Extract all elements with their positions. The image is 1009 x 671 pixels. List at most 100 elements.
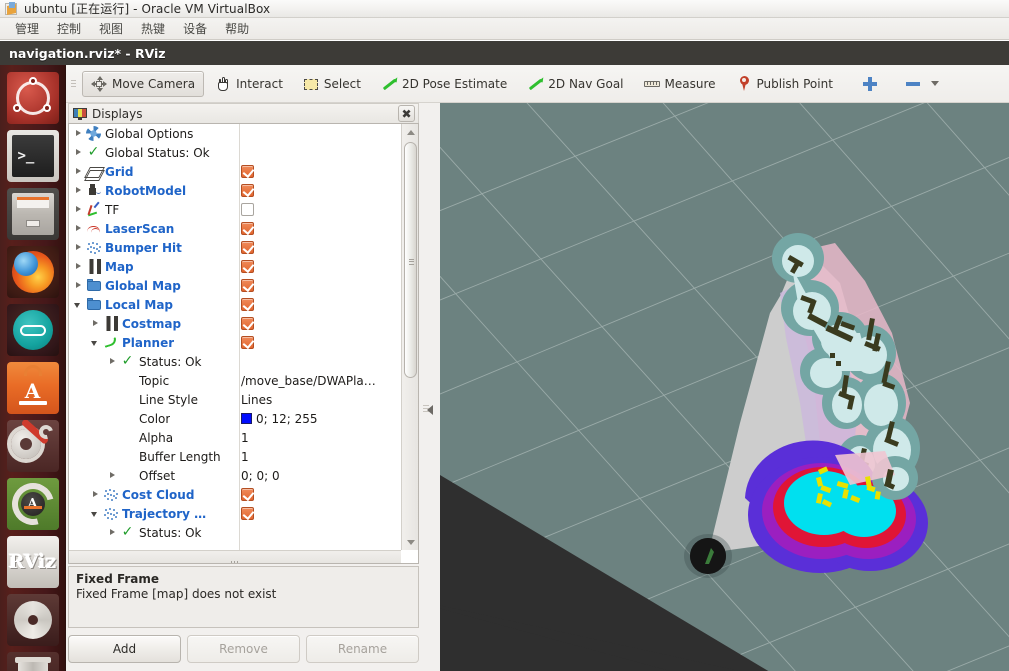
launcher-software-center-icon[interactable]: A bbox=[6, 362, 59, 414]
tree-expander-closed[interactable] bbox=[73, 204, 84, 215]
tree-expander-closed[interactable] bbox=[107, 356, 118, 367]
display-row[interactable]: Buffer Length 1 bbox=[69, 447, 400, 466]
display-row[interactable]: Cost Cloud bbox=[69, 485, 400, 504]
tree-expander-closed[interactable] bbox=[90, 489, 101, 500]
tree-expander-closed[interactable] bbox=[73, 280, 84, 291]
menu-item-view[interactable]: 视图 bbox=[90, 18, 132, 39]
display-row-value-cell[interactable] bbox=[241, 203, 254, 216]
display-row[interactable]: Alpha 1 bbox=[69, 428, 400, 447]
remove-display-button[interactable]: Remove bbox=[187, 635, 300, 663]
menu-item-help[interactable]: 帮助 bbox=[216, 18, 258, 39]
display-row-value-cell[interactable]: 1 bbox=[241, 450, 249, 464]
display-enabled-checkbox[interactable] bbox=[241, 260, 254, 273]
vscrollbar-thumb[interactable] bbox=[404, 142, 417, 378]
tree-expander-closed[interactable] bbox=[73, 242, 84, 253]
display-row[interactable]: Global Options bbox=[69, 124, 400, 143]
add-tool-button[interactable] bbox=[853, 71, 887, 97]
display-row-value-cell[interactable]: 0; 12; 255 bbox=[241, 412, 318, 426]
rename-display-button[interactable]: Rename bbox=[306, 635, 419, 663]
display-row[interactable]: Planner bbox=[69, 333, 400, 352]
launcher-files-icon[interactable] bbox=[6, 188, 59, 240]
launcher-trash-icon[interactable] bbox=[6, 652, 59, 671]
displays-tree[interactable]: Global Options ✓ Global Status: Ok Grid Robo… bbox=[68, 123, 419, 564]
display-enabled-checkbox[interactable] bbox=[241, 488, 254, 501]
scroll-up-icon[interactable] bbox=[402, 124, 418, 140]
tool-select[interactable]: Select bbox=[294, 71, 370, 97]
display-enabled-checkbox[interactable] bbox=[241, 298, 254, 311]
display-row[interactable]: Costmap bbox=[69, 314, 400, 333]
menu-item-devices[interactable]: 设备 bbox=[174, 18, 216, 39]
display-row[interactable]: Color 0; 12; 255 bbox=[69, 409, 400, 428]
tree-expander-closed[interactable] bbox=[90, 318, 101, 329]
display-row-value-cell[interactable]: 1 bbox=[241, 431, 249, 445]
tool-measure[interactable]: Measure bbox=[635, 71, 725, 97]
displays-tree-hscrollbar[interactable] bbox=[69, 550, 401, 563]
tree-expander-closed[interactable] bbox=[73, 261, 84, 272]
menu-item-hotkeys[interactable]: 热键 bbox=[132, 18, 174, 39]
display-row[interactable]: RobotModel bbox=[69, 181, 400, 200]
tree-expander-open[interactable] bbox=[90, 508, 101, 519]
display-enabled-checkbox[interactable] bbox=[241, 317, 254, 330]
launcher-cd-drive-icon[interactable] bbox=[6, 594, 59, 646]
rviz-3d-viewport[interactable] bbox=[440, 103, 1009, 671]
display-row[interactable]: Offset 0; 0; 0 bbox=[69, 466, 400, 485]
display-row-value-cell[interactable] bbox=[241, 279, 254, 292]
display-row[interactable]: ✓ Global Status: Ok bbox=[69, 143, 400, 162]
launcher-arduino-icon[interactable] bbox=[6, 304, 59, 356]
display-row[interactable]: ✓ Status: Ok bbox=[69, 352, 400, 371]
launcher-rviz-icon[interactable]: RViz bbox=[6, 536, 59, 588]
toolbar-drag-handle[interactable] bbox=[70, 73, 77, 95]
display-row[interactable]: LaserScan bbox=[69, 219, 400, 238]
display-row-value-cell[interactable] bbox=[241, 507, 254, 520]
display-row-value-cell[interactable]: 0; 0; 0 bbox=[241, 469, 280, 483]
tree-expander-open[interactable] bbox=[90, 337, 101, 348]
display-row-value-cell[interactable]: Lines bbox=[241, 393, 272, 407]
tool-move-camera[interactable]: Move Camera bbox=[82, 70, 205, 97]
tree-expander-closed[interactable] bbox=[73, 166, 84, 177]
scroll-down-icon[interactable] bbox=[402, 534, 418, 550]
menu-item-manage[interactable]: 管理 bbox=[6, 18, 48, 39]
display-row-value-cell[interactable] bbox=[241, 260, 254, 273]
display-enabled-checkbox[interactable] bbox=[241, 241, 254, 254]
collapse-panel-arrow-icon[interactable] bbox=[427, 405, 433, 415]
displays-tree-vscrollbar[interactable] bbox=[401, 124, 418, 550]
hscrollbar-thumb[interactable] bbox=[231, 555, 240, 563]
display-row-value-cell[interactable] bbox=[241, 241, 254, 254]
launcher-terminal-icon[interactable]: >_ bbox=[6, 130, 59, 182]
displays-panel-close-button[interactable]: ✖ bbox=[398, 105, 415, 122]
display-enabled-checkbox[interactable] bbox=[241, 165, 254, 178]
launcher-ubuntu-dash-icon[interactable] bbox=[6, 72, 59, 124]
display-row[interactable]: Global Map bbox=[69, 276, 400, 295]
tree-expander-closed[interactable] bbox=[73, 128, 84, 139]
tree-expander-open[interactable] bbox=[73, 299, 84, 310]
tree-expander-closed[interactable] bbox=[73, 185, 84, 196]
color-swatch[interactable] bbox=[241, 413, 252, 424]
display-row-value-cell[interactable] bbox=[241, 336, 254, 349]
display-enabled-checkbox[interactable] bbox=[241, 507, 254, 520]
display-enabled-checkbox[interactable] bbox=[241, 203, 254, 216]
display-enabled-checkbox[interactable] bbox=[241, 279, 254, 292]
add-display-button[interactable]: Add bbox=[68, 635, 181, 663]
display-row[interactable]: Map bbox=[69, 257, 400, 276]
remove-tool-button[interactable] bbox=[896, 71, 948, 97]
display-row-value-cell[interactable] bbox=[241, 298, 254, 311]
display-row-value-cell[interactable] bbox=[241, 488, 254, 501]
display-row[interactable]: ✓ Status: Ok bbox=[69, 523, 400, 542]
tree-expander-closed[interactable] bbox=[73, 147, 84, 158]
display-row[interactable]: Local Map bbox=[69, 295, 400, 314]
launcher-system-tools-icon[interactable] bbox=[6, 420, 59, 472]
display-row[interactable]: Grid bbox=[69, 162, 400, 181]
display-row[interactable]: Topic/move_base/DWAPla… bbox=[69, 371, 400, 390]
display-row-value-cell[interactable] bbox=[241, 317, 254, 330]
launcher-software-updater-icon[interactable]: A bbox=[6, 478, 59, 530]
tool-2d-pose-estimate[interactable]: 2D Pose Estimate bbox=[372, 71, 516, 97]
tree-expander-closed[interactable] bbox=[107, 527, 118, 538]
display-row[interactable]: TF bbox=[69, 200, 400, 219]
display-row[interactable]: Bumper Hit bbox=[69, 238, 400, 257]
display-enabled-checkbox[interactable] bbox=[241, 184, 254, 197]
menu-item-control[interactable]: 控制 bbox=[48, 18, 90, 39]
display-row[interactable]: Trajectory … bbox=[69, 504, 400, 523]
display-enabled-checkbox[interactable] bbox=[241, 222, 254, 235]
chevron-down-icon[interactable] bbox=[930, 81, 939, 86]
display-row-value-cell[interactable] bbox=[241, 222, 254, 235]
